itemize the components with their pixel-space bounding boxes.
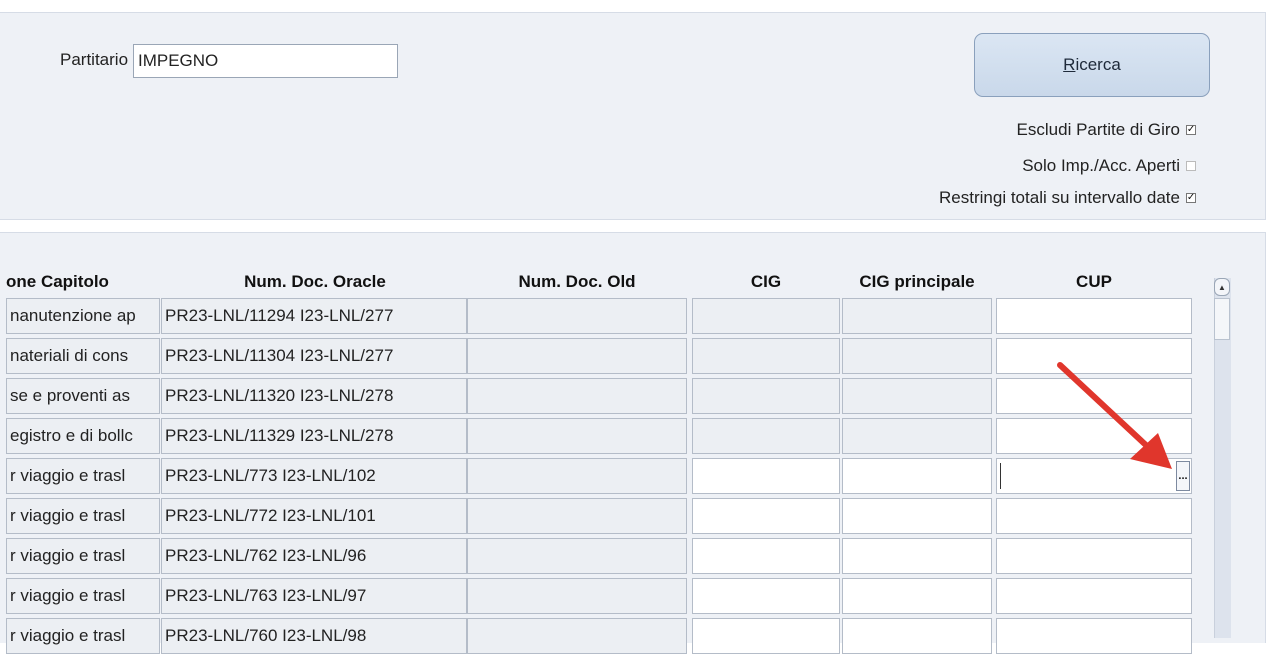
- partitario-label: Partitario: [60, 50, 129, 69]
- ricerca-label: icerca: [1075, 55, 1121, 74]
- cell-capitolo[interactable]: r viaggio e trasl: [6, 618, 160, 654]
- cell-cig[interactable]: [692, 298, 840, 334]
- cell-cup[interactable]: [996, 578, 1192, 614]
- cell-cup[interactable]: [996, 618, 1192, 654]
- cell-cig[interactable]: [692, 578, 840, 614]
- cell-cig-principale[interactable]: [842, 338, 992, 374]
- header-num-doc-oracle: Num. Doc. Oracle: [244, 272, 386, 291]
- cell-capitolo[interactable]: r viaggio e trasl: [6, 538, 160, 574]
- option-solo-aperti[interactable]: Solo Imp./Acc. Aperti: [1022, 156, 1196, 176]
- cell-cig-principale[interactable]: [842, 578, 992, 614]
- cell-capitolo[interactable]: nanutenzione ap: [6, 298, 160, 334]
- cell-num-doc-oracle[interactable]: PR23-LNL/773 I23-LNL/102: [161, 458, 467, 494]
- cell-capitolo[interactable]: r viaggio e trasl: [6, 458, 160, 494]
- cell-cig[interactable]: [692, 498, 840, 534]
- cell-num-doc-old[interactable]: [467, 418, 687, 454]
- cell-capitolo[interactable]: r viaggio e trasl: [6, 498, 160, 534]
- option-label: Escludi Partite di Giro: [1016, 120, 1180, 139]
- option-escludi-partite[interactable]: Escludi Partite di Giro ✓: [1017, 120, 1196, 140]
- cell-num-doc-oracle[interactable]: PR23-LNL/762 I23-LNL/96: [161, 538, 467, 574]
- cell-num-doc-old[interactable]: [467, 618, 687, 654]
- scroll-up-arrow-icon[interactable]: ▲: [1214, 278, 1230, 296]
- cell-num-doc-oracle[interactable]: PR23-LNL/763 I23-LNL/97: [161, 578, 467, 614]
- cell-cig[interactable]: [692, 538, 840, 574]
- option-label: Solo Imp./Acc. Aperti: [1022, 156, 1180, 175]
- scroll-thumb[interactable]: [1214, 298, 1230, 340]
- cell-cig[interactable]: [692, 418, 840, 454]
- cell-num-doc-oracle[interactable]: PR23-LNL/11329 I23-LNL/278: [161, 418, 467, 454]
- cell-num-doc-oracle[interactable]: PR23-LNL/760 I23-LNL/98: [161, 618, 467, 654]
- cell-cig-principale[interactable]: [842, 498, 992, 534]
- option-label: Restringi totali su intervallo date: [939, 188, 1180, 207]
- cell-num-doc-old[interactable]: [467, 378, 687, 414]
- cell-cig[interactable]: [692, 458, 840, 494]
- cell-capitolo[interactable]: r viaggio e trasl: [6, 578, 160, 614]
- cell-cig-principale[interactable]: [842, 298, 992, 334]
- cell-num-doc-oracle[interactable]: PR23-LNL/11320 I23-LNL/278: [161, 378, 467, 414]
- cell-num-doc-old[interactable]: [467, 298, 687, 334]
- cell-num-doc-old[interactable]: [467, 458, 687, 494]
- checkbox-restringi-totali[interactable]: ✓: [1186, 193, 1196, 203]
- cell-cup[interactable]: [996, 498, 1192, 534]
- cell-cig[interactable]: [692, 618, 840, 654]
- cell-cup[interactable]: [996, 538, 1192, 574]
- cell-cig-principale[interactable]: [842, 458, 992, 494]
- cell-capitolo[interactable]: egistro e di bollc: [6, 418, 160, 454]
- cell-cig-principale[interactable]: [842, 418, 992, 454]
- header-cig: CIG: [750, 272, 782, 291]
- ricerca-button[interactable]: Ricerca: [974, 33, 1210, 97]
- partitario-input[interactable]: [133, 44, 398, 78]
- header-cig-principale: CIG principale: [859, 272, 975, 291]
- text-cursor: [1000, 463, 1001, 489]
- checkbox-solo-aperti[interactable]: [1186, 161, 1196, 171]
- cell-num-doc-old[interactable]: [467, 498, 687, 534]
- header-cup: CUP: [1076, 272, 1112, 291]
- cell-num-doc-old[interactable]: [467, 578, 687, 614]
- cell-num-doc-old[interactable]: [467, 338, 687, 374]
- cell-num-doc-oracle[interactable]: PR23-LNL/11304 I23-LNL/277: [161, 338, 467, 374]
- cell-cup[interactable]: [996, 298, 1192, 334]
- cell-cig-principale[interactable]: [842, 618, 992, 654]
- cell-num-doc-old[interactable]: [467, 538, 687, 574]
- cell-capitolo[interactable]: se e proventi as: [6, 378, 160, 414]
- header-capitolo: one Capitolo: [6, 272, 109, 291]
- ricerca-mnemonic: R: [1063, 55, 1076, 74]
- cell-num-doc-oracle[interactable]: PR23-LNL/11294 I23-LNL/277: [161, 298, 467, 334]
- option-restringi-totali[interactable]: Restringi totali su intervallo date ✓: [939, 188, 1196, 208]
- cell-cig-principale[interactable]: [842, 538, 992, 574]
- cell-capitolo[interactable]: nateriali di cons: [6, 338, 160, 374]
- header-num-doc-old: Num. Doc. Old: [518, 272, 636, 291]
- checkbox-escludi-partite[interactable]: ✓: [1186, 125, 1196, 135]
- cell-cig-principale[interactable]: [842, 378, 992, 414]
- cell-cig[interactable]: [692, 338, 840, 374]
- red-arrow-annotation-icon: [1057, 362, 1172, 469]
- cell-num-doc-oracle[interactable]: PR23-LNL/772 I23-LNL/101: [161, 498, 467, 534]
- cell-cig[interactable]: [692, 378, 840, 414]
